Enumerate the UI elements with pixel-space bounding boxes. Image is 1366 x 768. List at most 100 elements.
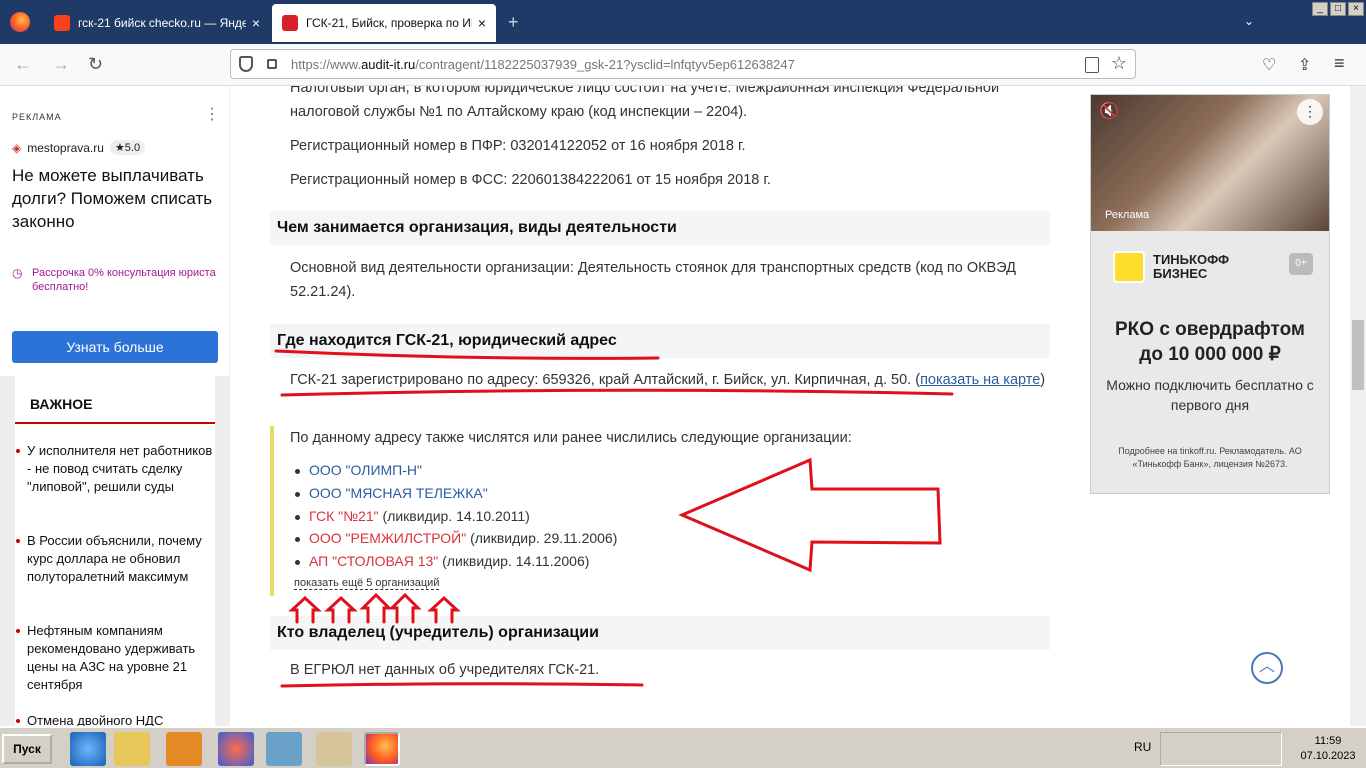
maximize-button[interactable]: □ [1330,2,1346,16]
tab-bar: гск-21 бийск checko.ru — Яндекс × ГСК-21… [0,0,1366,44]
heading-activity: Чем занимается организация, виды деятель… [270,211,1050,245]
news-title: ВАЖНОЕ [30,396,93,412]
news-item[interactable]: Отмена двойного НДС [16,712,217,726]
audit-it-icon [282,15,298,31]
close-window-button[interactable]: × [1348,2,1364,16]
owner-text: В ЕГРЮЛ нет данных об учредителях ГСК-21… [290,662,600,678]
org-item: ООО "РЕМЖИЛСТРОЙ" (ликвидир. 29.11.2006) [294,530,617,546]
close-tab-icon[interactable]: × [478,15,486,31]
org-link[interactable]: ООО "ОЛИМП-Н" [309,462,422,478]
clock-time: 11:59 [1314,735,1342,747]
tab-yandex[interactable]: гск-21 бийск checko.ru — Яндекс × [44,6,270,40]
window-controls: _ □ × [1312,2,1364,16]
ad-brand: ТИНЬКОФФ БИЗНЕС [1153,252,1230,281]
heading-owner: Кто владелец (учредитель) организации [270,616,1050,650]
address-paragraph: ГСК-21 зарегистрировано по адресу: 65932… [290,368,1050,392]
ad-menu-icon[interactable]: ⋮ [1297,99,1323,125]
article: Налоговый орган, в котором юридическое л… [270,86,1050,726]
show-more-orgs-link[interactable]: показать ещё 5 организаций [294,577,440,590]
language-indicator[interactable]: RU [1134,740,1151,754]
org-link[interactable]: АП "СТОЛОВАЯ 13" [309,553,438,569]
org-item: ООО "ОЛИМП-Н" [295,462,422,478]
ad-headline[interactable]: Не можете выплачивать долги? Поможем спи… [12,164,217,233]
firefox-icon[interactable] [10,12,30,32]
activity-text: Основной вид деятельности организации: Д… [290,260,1016,300]
back-button[interactable]: ← [14,54,32,75]
paint-icon[interactable] [316,732,352,766]
extensions-icon[interactable]: ⇪ [1298,55,1311,75]
ad-menu-icon[interactable]: ⋮ [204,104,220,124]
news-item[interactable]: В России объяснили, почему курс доллара … [16,532,217,586]
url-path: /contragent/1182225037939_gsk-21?ysclid=… [415,56,795,72]
tab-title: гск-21 бийск checko.ru — Яндекс [78,16,246,30]
browser-app-icon[interactable] [218,732,254,766]
ad-site-name: mestoprava.ru [27,140,104,155]
org-note: (ликвидир. 14.10.2011) [378,508,530,524]
ad-site[interactable]: ◈ mestoprava.ru ★5.0 [12,140,146,155]
ad-label: РЕКЛАМА [12,112,62,122]
system-tray[interactable] [1160,732,1282,766]
close-tab-icon[interactable]: × [252,15,260,31]
yandex-icon [54,15,70,31]
bookmark-star-icon[interactable]: ☆ [1111,53,1127,74]
org-link[interactable]: ООО "РЕМЖИЛСТРОЙ" [309,530,466,546]
show-on-map-link[interactable]: показать на карте [920,372,1040,388]
org-item: АП "СТОЛОВАЯ 13" (ликвидир. 14.11.2006) [294,553,590,569]
clock-icon: ◷ [12,266,23,280]
folder-icon[interactable] [114,732,150,766]
picture-viewer-icon[interactable] [266,732,302,766]
ad-subtext: Можно подключить бесплатно с первого дня [1106,377,1314,413]
scroll-to-top-button[interactable]: ︿ [1251,652,1283,684]
menu-icon[interactable]: ≡ [1334,53,1345,74]
url-domain: audit-it.ru [361,56,416,72]
reload-button[interactable]: ↻ [88,54,103,75]
ad-label: Реклама [1105,209,1150,221]
fss-text: Регистрационный номер в ФСС: 22060138422… [290,172,771,188]
address-text: ГСК-21 зарегистрировано по адресу: 65932… [290,372,921,388]
news-divider [15,422,215,424]
start-button[interactable]: Пуск [2,734,52,764]
heading-address: Где находится ГСК-21, юридический адрес [270,324,1050,358]
org-link[interactable]: ГСК "№21" [309,508,379,524]
ad-subtext[interactable]: Рассрочка 0% консультация юриста бесплат… [32,266,217,294]
org-note: (ликвидир. 14.11.2006) [438,553,590,569]
ad-headline[interactable]: РКО с овердрафтом до 10 000 000 ₽ [1101,317,1319,367]
url-prefix: https://www. [291,56,362,72]
news-item[interactable]: Нефтяным компаниям рекомендовано удержив… [16,622,217,694]
learn-more-button[interactable]: Узнать больше [12,331,218,363]
news-sidebar: ВАЖНОЕ У исполнителя нет работников - не… [0,376,230,726]
age-badge: 0+ [1289,253,1313,275]
same-address-orgs: По данному адресу также числятся или ран… [270,426,1050,596]
lock-icon[interactable] [267,59,277,69]
pfr-text: Регистрационный номер в ПФР: 03201412205… [290,138,746,154]
list-tabs-icon[interactable]: ⌄ [1244,14,1254,28]
ad-rating: ★5.0 [109,140,146,155]
navigation-toolbar: ← → ↻ https://www. audit-it.ru/contragent… [0,44,1366,86]
left-ad[interactable]: РЕКЛАМА ⋮ ◈ mestoprava.ru ★5.0 Не можете… [0,86,230,376]
map-pin-icon: ◈ [12,140,22,155]
minimize-button[interactable]: _ [1312,2,1328,16]
media-player-icon[interactable] [166,732,202,766]
news-item[interactable]: У исполнителя нет работников - не повод … [16,442,217,496]
tab-audit-it[interactable]: ГСК-21, Бийск, проверка по ИНН × [272,4,496,42]
shield-icon[interactable] [239,56,253,72]
firefox-taskbar-icon[interactable] [364,732,400,766]
internet-explorer-icon[interactable] [70,732,106,766]
org-item: ГСК "№21" (ликвидир. 14.10.2011) [295,508,530,524]
url-bar[interactable]: https://www. audit-it.ru/contragent/11822… [230,49,1136,79]
tinkoff-logo-icon [1113,251,1145,283]
org-link[interactable]: ООО "МЯСНАЯ ТЕЛЕЖКА" [309,485,488,501]
tax-authority-text: Налоговый орган, в котором юридическое л… [290,86,1000,120]
reader-view-icon[interactable] [1085,57,1099,73]
vertical-scrollbar[interactable] [1350,86,1366,726]
pocket-icon[interactable]: ♡ [1262,55,1276,75]
taskbar: Пуск RU 11:59 07.10.2023 [0,726,1366,768]
mute-icon[interactable]: 🔇 [1099,101,1119,121]
new-tab-button[interactable]: + [508,12,519,33]
scrollbar-thumb[interactable] [1352,320,1364,390]
org-item: ООО "МЯСНАЯ ТЕЛЕЖКА" [295,485,488,501]
clock[interactable]: 11:59 07.10.2023 [1290,734,1366,764]
forward-button[interactable]: → [52,54,70,75]
right-ad[interactable]: 🔇 ⋮ Реклама ТИНЬКОФФ БИЗНЕС 0+ РКО с ове… [1090,94,1330,494]
tab-title: ГСК-21, Бийск, проверка по ИНН [306,16,472,30]
